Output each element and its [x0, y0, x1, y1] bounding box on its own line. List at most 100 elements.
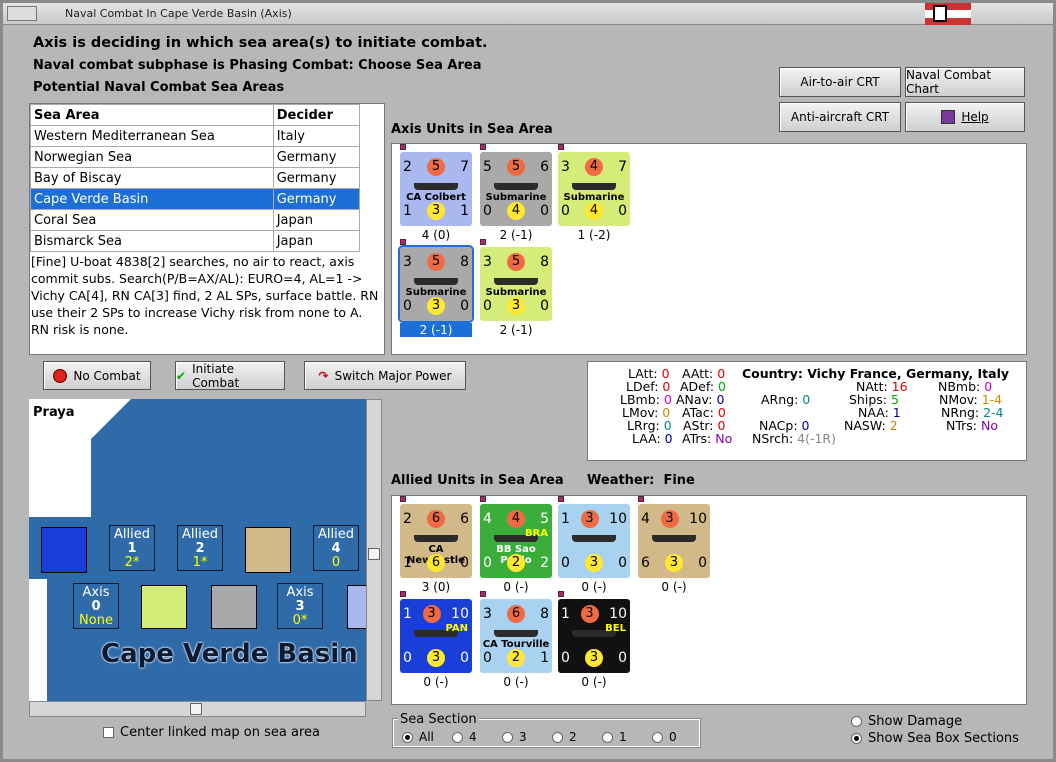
counter-stat: 0 [483, 203, 492, 219]
no-entry-icon [53, 368, 68, 383]
axis-unit-counter[interactable]: 3 5 8 Submarine 0 3 0 [480, 247, 552, 321]
radio-button[interactable] [851, 733, 862, 744]
table-row[interactable]: Bismarck Sea Japan [30, 230, 361, 252]
counter-stat: 10 [451, 606, 469, 622]
allied-box-2[interactable]: Allied 2 1* [177, 525, 223, 571]
system-menu-icon[interactable] [7, 6, 37, 21]
option-label: 0 [669, 730, 677, 744]
initiate-combat-button[interactable]: ✔ Initiate Combat [175, 361, 285, 390]
sea-section-4[interactable]: 4 [452, 730, 477, 744]
counter-bottom-row: 160 [403, 554, 469, 572]
sea-cell: Bismarck Sea [30, 230, 274, 252]
radio-button[interactable] [851, 716, 862, 727]
table-row-selected[interactable]: Cape Verde Basin Germany [30, 188, 361, 210]
unit-risk-tag: 0 (-) [581, 675, 607, 689]
axis-unit-counter[interactable]: 3 5 8 Submarine 0 3 0 [398, 245, 474, 323]
counter-top-row: 358 [483, 253, 549, 271]
radio-button[interactable] [552, 732, 563, 743]
combat-log-text: [Fine] U-boat 4838[2] searches, no air t… [31, 254, 379, 337]
naval-combat-chart-button[interactable]: Naval Combat Chart [905, 67, 1025, 97]
unit-marker-icon [480, 591, 486, 597]
counter-bottom-row: 021 [483, 649, 549, 667]
radio-button[interactable] [652, 732, 663, 743]
center-linked-checkbox[interactable]: Center linked map on sea area [103, 725, 320, 740]
axis-box-0[interactable]: Axis 0 None [73, 583, 119, 629]
box-label: Allied [182, 527, 218, 542]
anti-aircraft-crt-button[interactable]: Anti-aircraft CRT [779, 102, 901, 132]
allied-unit-counter[interactable]: 445BRABB Sao Paulo022 [480, 504, 552, 578]
horizontal-scroll-thumb[interactable] [190, 703, 202, 715]
radio-button[interactable] [602, 732, 613, 743]
box-label: Axis [82, 585, 110, 600]
sea-area-map[interactable]: Praya Allied 1 2* Allied 2 1* Allied 4 0 Axis 0… [29, 399, 366, 701]
sea-section-2[interactable]: 2 [552, 730, 577, 744]
land-coast [91, 399, 131, 439]
unit-stats-panel: LAtt: 0 LDef: 0 LBmb: 0 LMov: 0 LRrg: 0 … [587, 361, 1027, 461]
unit-marker-icon [480, 496, 486, 502]
map-unit-colbert[interactable] [347, 585, 366, 629]
attack-circle: 6 [427, 510, 445, 528]
sea-section-0[interactable]: 0 [652, 730, 677, 744]
unit-marker-icon [400, 591, 406, 597]
counter-bottom-row: 630 [641, 554, 707, 572]
sea-section-1[interactable]: 1 [602, 730, 627, 744]
table-row[interactable]: Coral Sea Japan [30, 209, 361, 231]
show-sea-box-option[interactable]: Show Sea Box Sections [851, 731, 1019, 746]
table-row[interactable]: Western Mediterranean Sea Italy [30, 125, 361, 147]
help-button[interactable]: Help [905, 102, 1025, 132]
switch-major-power-button[interactable]: ↷ Switch Major Power [304, 361, 466, 390]
counter-stat: 0 [460, 650, 469, 666]
radio-button[interactable] [502, 732, 513, 743]
nation-tag: PAN [445, 623, 468, 634]
sea-section-label: Sea Section [398, 712, 479, 727]
allied-box-1[interactable]: Allied 1 2* [109, 525, 155, 571]
table-row[interactable]: Norwegian Sea Germany [30, 146, 361, 168]
unit-risk-tag: 2 (-1) [499, 323, 533, 337]
map-vertical-scrollbar[interactable] [366, 399, 382, 701]
map-place-label: Praya [33, 405, 75, 420]
axis-box-3[interactable]: Axis 3 0* [277, 583, 323, 629]
allied-unit-counter[interactable]: 1 3 10 PAN 0 3 0 [400, 599, 472, 673]
show-damage-option[interactable]: Show Damage [851, 714, 962, 729]
vertical-scroll-thumb[interactable] [368, 548, 380, 560]
allied-unit-counter[interactable]: 3 6 8 CA Tourville 0 2 1 [480, 599, 552, 673]
counter-top-row: 556 [483, 158, 549, 176]
ship-silhouette-icon [494, 630, 538, 637]
allied-unit-counter[interactable]: 1 3 10 BEL 0 3 0 [558, 599, 630, 673]
counter-stat: 0 [618, 203, 627, 219]
map-horizontal-scrollbar[interactable] [29, 701, 366, 717]
no-combat-button[interactable]: No Combat [43, 361, 151, 390]
sea-area-table: Sea Area Decider Western Mediterranean Se… [30, 104, 361, 252]
counter-stat: 8 [540, 606, 549, 622]
counter-stat: 0 [540, 298, 549, 314]
map-unit-newcastle[interactable] [245, 527, 291, 573]
axis-unit-counter[interactable]: 5 5 6 Submarine 0 4 0 [480, 152, 552, 226]
counter-bottom-row: 022 [483, 554, 549, 572]
counter-stat: 1 [403, 203, 412, 219]
defense-circle: 3 [585, 554, 603, 572]
sea-section-3[interactable]: 3 [502, 730, 527, 744]
allied-unit-counter[interactable]: 4 3 10 6 3 0 [638, 504, 710, 578]
allied-box-4[interactable]: Allied 4 0 [313, 525, 359, 571]
map-unit-pan[interactable] [41, 527, 87, 573]
allied-unit-counter[interactable]: 266CA Newcastle160 [400, 504, 472, 578]
sea-section-all[interactable]: All [402, 730, 434, 744]
unit-risk-tag: 0 (-) [423, 675, 449, 689]
radio-button[interactable] [452, 732, 463, 743]
nasw-stat: NASW: 2 [844, 418, 898, 433]
defense-circle: 3 [507, 297, 525, 315]
axis-unit-counter[interactable]: 2 5 7 CA Colbert 1 3 1 [400, 152, 472, 226]
counter-stat: 0 [483, 650, 492, 666]
land-edge [29, 579, 47, 701]
map-unit-sub-1[interactable] [141, 585, 187, 629]
map-unit-sub-2[interactable] [211, 585, 257, 629]
air-to-air-crt-button[interactable]: Air-to-air CRT [779, 67, 901, 97]
subphase-text: Naval combat subphase is Phasing Combat:… [33, 58, 482, 73]
axis-unit-counter[interactable]: 3 4 7 Submarine 0 4 0 [558, 152, 630, 226]
checkbox-box[interactable] [103, 727, 114, 738]
box-label: Axis [286, 585, 314, 600]
radio-button[interactable] [402, 732, 413, 743]
naval-chart-label: Naval Combat Chart [906, 68, 992, 96]
table-row[interactable]: Bay of Biscay Germany [30, 167, 361, 189]
allied-unit-counter[interactable]: 1 3 10 0 3 0 [558, 504, 630, 578]
